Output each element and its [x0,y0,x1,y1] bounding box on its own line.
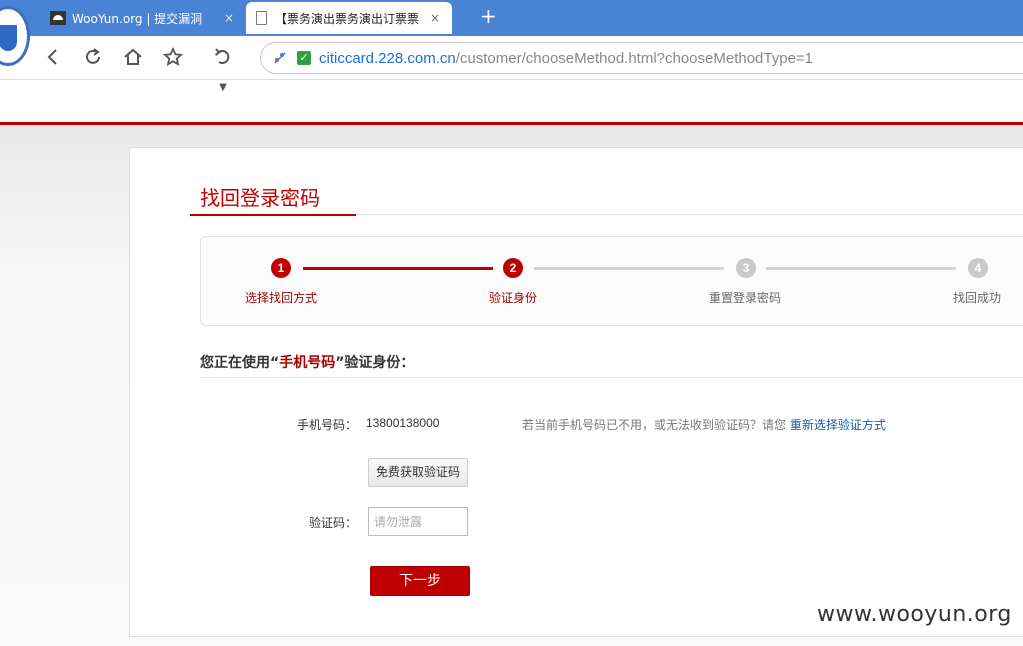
url-host: citiccard.228.com.cn [319,50,456,67]
close-icon[interactable]: × [222,11,236,25]
title-underline [190,214,356,216]
verify-method: 手机号码 [279,355,336,371]
url-path: /customer/chooseMethod.html?chooseMethod… [455,50,814,67]
reload-button[interactable] [82,46,104,68]
code-label: 验证码： [308,516,357,530]
back-button[interactable] [42,46,64,68]
step-connector [303,267,493,270]
progress-steps: 1 2 3 4 选择找回方式 验证身份 重置登录密码 找回成功 [200,236,1023,326]
verification-code-input[interactable] [368,507,468,536]
verify-heading-prefix: 您正在使用“ [200,355,280,371]
get-sms-code-button[interactable]: 免费获取验证码 [368,458,468,487]
page-title: 找回登录密码 [200,186,320,210]
home-icon [124,48,142,65]
verify-heading: 您正在使用“手机号码”验证身份： [200,352,414,372]
tab-bar: WooYun.org | 提交漏洞 × 【票务演出票务演出订票票 × + [0,0,1023,66]
step-connector [766,267,956,270]
chevron-down-icon: ▼ [219,82,227,93]
step-2-label: 验证身份 [489,291,538,305]
secure-check-icon: ✓ [297,51,311,65]
document-icon [256,11,267,25]
step-1-label: 选择找回方式 [245,291,318,305]
back-arrow-icon [47,49,57,65]
reselect-hint: 若当前手机号码已不用，或无法收到验证码？请您 重新选择验证方式 [522,416,886,433]
hint-text: 若当前手机号码已不用，或无法收到验证码？请您 [522,418,790,432]
next-step-button[interactable]: 下一步 [370,566,470,596]
phone-label: 手机号码： [296,418,357,432]
phone-number: 13800138000 [366,416,440,430]
site-icon [274,52,286,64]
step-connector [534,267,724,270]
tab-wooyun[interactable]: WooYun.org | 提交漏洞 × [40,2,246,34]
close-icon[interactable]: × [428,11,442,25]
step-2-number: 2 [503,258,523,278]
address-bar[interactable]: ✓ citiccard.228.com.cn/customer/chooseMe… [260,42,1023,74]
title-divider [356,214,1023,215]
new-tab-button[interactable]: + [480,4,497,28]
star-icon [162,46,184,66]
watermark: www.wooyun.org [817,602,1012,627]
step-1-number: 1 [271,258,291,278]
step-3-label: 重置登录密码 [709,291,782,305]
bookmark-button[interactable] [162,46,184,68]
heading-divider [200,377,1023,378]
home-button[interactable] [122,46,144,68]
step-4-label: 找回成功 [953,291,1002,305]
undo-button[interactable]: ▼ [206,46,240,93]
tab-title: WooYun.org | 提交漏洞 [72,11,203,26]
verify-heading-suffix: ”验证身份： [335,355,415,371]
step-4-number: 4 [968,258,988,278]
browser-toolbar: ▼ ✓ citiccard.228.com.cn/customer/choose… [0,36,1023,93]
tab-title: 【票务演出票务演出订票票 [275,11,420,26]
wooyun-favicon-icon [50,11,66,25]
undo-icon [214,48,230,64]
url-text[interactable]: citiccard.228.com.cn/customer/chooseMeth… [319,50,813,67]
reload-icon [86,48,100,64]
reselect-method-link[interactable]: 重新选择验证方式 [790,418,886,432]
recover-password-panel: 找回登录密码 1 2 3 4 选择找回方式 验证身份 重置登录密码 找回成功 您… [129,147,1023,637]
tab-ticket[interactable]: 【票务演出票务演出订票票 × [246,2,452,34]
step-3-number: 3 [736,258,756,278]
